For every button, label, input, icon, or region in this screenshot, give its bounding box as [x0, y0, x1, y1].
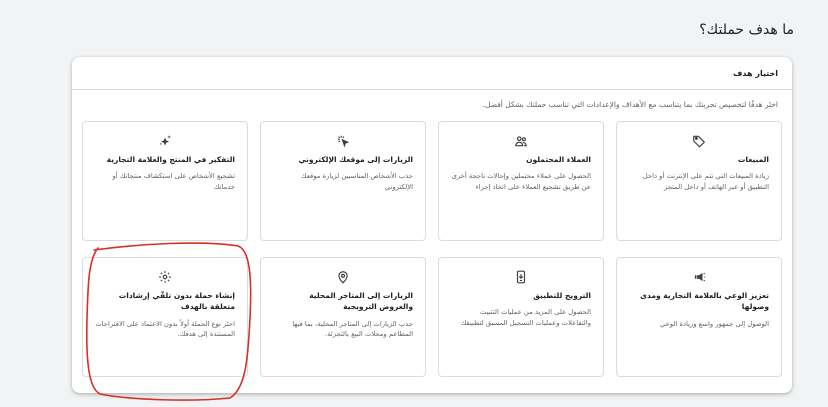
sparkle-icon	[95, 132, 235, 150]
panel-description: اختَر هدفًا لتخصيص تجربتك بما يتناسب مع …	[482, 100, 778, 109]
card-title: المبيعات	[737, 155, 769, 164]
objective-card-local-store[interactable]: الزيارات إلى المتاجر المحلية والعروض الت…	[260, 257, 426, 377]
location-pin-icon	[273, 268, 413, 286]
card-description: اختَر نوع الحملة أولاً بدون الاعتماد على…	[95, 319, 235, 339]
card-description: الحصول على عملاء محتملين وإحالات ناجحة أ…	[451, 172, 591, 192]
card-description: تشجيع الأشخاص على استكشاف منتجاتك أو خدم…	[112, 172, 235, 192]
panel-title: اختيار هدف	[733, 68, 778, 78]
card-title: الترويج للتطبيق	[533, 291, 591, 300]
objective-card-website-traffic[interactable]: الزيارات إلى موقعك الإلكتروني جذب الأشخا…	[260, 121, 426, 241]
tag-icon	[629, 132, 769, 150]
objective-card-sales[interactable]: المبيعات زيادة المبيعات التي تتم على الإ…	[616, 121, 782, 241]
people-icon	[451, 132, 591, 150]
panel-header: اختيار هدف	[72, 57, 792, 90]
card-title: التفكير في المنتج والعلامة التجارية	[106, 155, 235, 164]
card-title: تعزيز الوعي بالعلامة التجارية ومدى وصوله…	[640, 291, 769, 312]
card-description: الوصول إلى جمهور واسع وزيادة الوعي	[660, 319, 769, 328]
card-description: الحصول على المزيد من عمليات التثبيت والت…	[460, 308, 591, 328]
page-title: ما هدف حملتك؟	[699, 22, 794, 38]
objective-card-awareness[interactable]: تعزيز الوعي بالعلامة التجارية ومدى وصوله…	[616, 257, 782, 377]
objective-card-no-guidance[interactable]: إنشاء حملة بدون تلقّي إرشادات متعلقة بال…	[82, 257, 248, 377]
cursor-click-icon	[273, 132, 413, 150]
card-title: إنشاء حملة بدون تلقّي إرشادات متعلقة بال…	[118, 291, 235, 312]
phone-app-icon	[451, 268, 591, 286]
card-title: العملاء المحتملون	[526, 155, 591, 164]
card-description: جذب الزيارات إلى المتاجر المحلية، بما في…	[292, 319, 413, 339]
gear-icon	[95, 268, 235, 286]
card-description: جذب الأشخاص المناسبين لزيارة موقعك الإلك…	[301, 172, 413, 192]
objective-panel: اختيار هدف اختَر هدفًا لتخصيص تجربتك بما…	[72, 57, 792, 393]
objective-card-consideration[interactable]: التفكير في المنتج والعلامة التجارية تشجي…	[82, 121, 248, 241]
card-title: الزيارات إلى المتاجر المحلية والعروض الت…	[309, 291, 413, 312]
card-description: زيادة المبيعات التي تتم على الإنترنت أو …	[642, 172, 769, 192]
objective-card-leads[interactable]: العملاء المحتملون الحصول على عملاء محتمل…	[438, 121, 604, 241]
megaphone-icon	[629, 268, 769, 286]
objective-grid: المبيعات زيادة المبيعات التي تتم على الإ…	[82, 121, 782, 377]
objective-card-app-promotion[interactable]: الترويج للتطبيق الحصول على المزيد من عمل…	[438, 257, 604, 377]
card-title: الزيارات إلى موقعك الإلكتروني	[298, 155, 413, 164]
